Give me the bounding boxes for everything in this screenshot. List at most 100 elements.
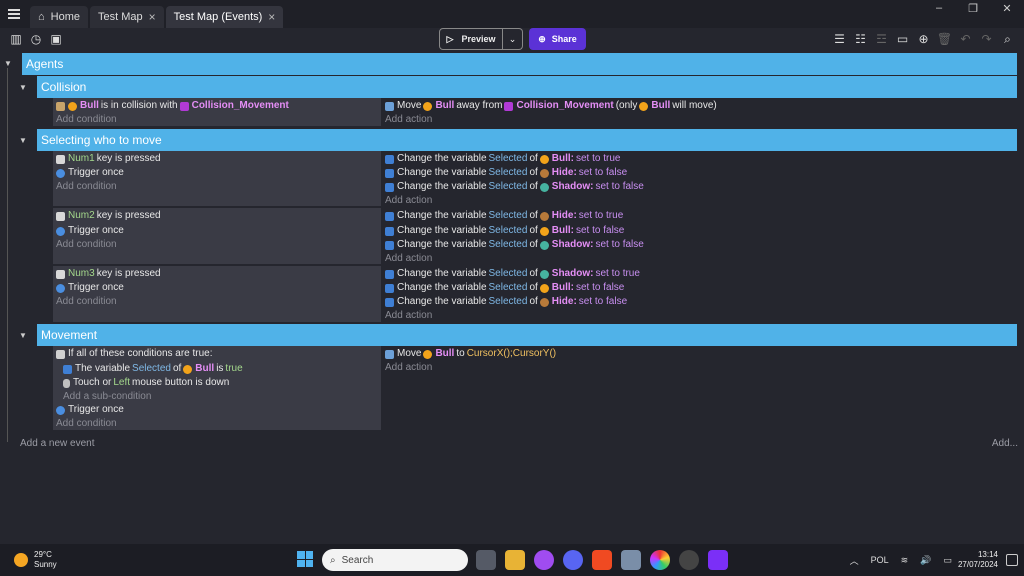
layout-icon[interactable]: ▥ — [6, 29, 26, 49]
app-icon[interactable] — [679, 550, 699, 570]
taskbar-search[interactable]: ⌕ Search — [322, 549, 468, 571]
add-subevent-icon[interactable]: ☷ — [850, 29, 871, 49]
delete-icon[interactable]: 🗑 — [934, 29, 955, 49]
keyboard-icon — [56, 269, 65, 279]
add-new-event-button[interactable]: Add a new event — [20, 438, 95, 449]
file-explorer-icon[interactable] — [505, 550, 525, 570]
action-change-variable[interactable]: Change the variable Selected of Hide: se… — [385, 295, 627, 309]
action-move-to[interactable]: Move Bull to CursorX();CursorY() — [385, 347, 556, 361]
action-change-variable[interactable]: Change the variable Selected of Bull: se… — [385, 152, 620, 166]
discord-icon[interactable] — [563, 550, 583, 570]
action-text: away from — [456, 100, 503, 111]
condition-trigger-once[interactable]: Trigger once — [56, 224, 124, 238]
group-collision[interactable]: Collision — [37, 76, 1017, 98]
add-condition-button[interactable]: Add condition — [56, 180, 117, 194]
object-name: Bull — [651, 100, 671, 111]
sun-icon — [14, 553, 28, 567]
action-change-variable[interactable]: Change the variable Selected of Bull: se… — [385, 224, 624, 238]
chevron-down-icon[interactable]: ⌄ — [503, 28, 523, 50]
condition-text: is in collision with — [100, 100, 178, 111]
condition-mouse-down[interactable]: Touch or Left mouse button is down — [63, 376, 229, 390]
brave-icon[interactable] — [592, 550, 612, 570]
task-view-icon[interactable] — [476, 550, 496, 570]
battery-icon[interactable]: ▭ — [943, 555, 952, 566]
color-app-icon[interactable] — [650, 550, 670, 570]
history-icon[interactable]: ◷ — [26, 29, 46, 49]
tab-test-map-events[interactable]: Test Map (Events) × — [165, 5, 284, 28]
close-window-icon[interactable]: ✕ — [990, 0, 1024, 16]
preview-button[interactable]: ▷ Preview — [439, 28, 503, 50]
condition-trigger-once[interactable]: Trigger once — [56, 166, 124, 180]
action-change-variable[interactable]: Change the variable Selected of Bull: se… — [385, 281, 624, 295]
action-change-variable[interactable]: Change the variable Selected of Shadow: … — [385, 180, 644, 194]
chevron-up-icon[interactable]: ︿ — [850, 554, 859, 567]
group-title: Selecting who to move — [41, 133, 162, 147]
share-button[interactable]: ⊕ Share — [529, 28, 586, 50]
add-condition-button[interactable]: Add condition — [56, 238, 117, 252]
add-more-button[interactable]: Add... — [992, 438, 1018, 449]
action-change-variable[interactable]: Change the variable Selected of Hide: se… — [385, 166, 627, 180]
menu-icon[interactable] — [0, 0, 28, 28]
messenger-icon[interactable] — [534, 550, 554, 570]
undo-icon[interactable]: ↶ — [955, 29, 976, 49]
chevron-down-icon[interactable]: ▼ — [19, 83, 27, 92]
action-change-variable[interactable]: Change the variable Selected of Shadow: … — [385, 238, 644, 252]
action-text: Change the variable — [397, 296, 487, 307]
add-icon[interactable]: ⊕ — [913, 29, 934, 49]
redo-icon[interactable]: ↷ — [976, 29, 997, 49]
group-agents[interactable]: Agents — [22, 53, 1017, 75]
globe-icon: ⊕ — [538, 33, 546, 44]
add-condition-button[interactable]: Add condition — [56, 113, 117, 127]
maximize-icon[interactable]: ❐ — [956, 0, 990, 16]
action-text: of — [529, 181, 538, 192]
close-icon[interactable]: × — [268, 10, 275, 24]
tab-home[interactable]: ⌂ Home — [30, 5, 88, 28]
comment-icon[interactable]: ▭ — [892, 29, 913, 49]
add-action-button[interactable]: Add action — [385, 194, 432, 208]
chevron-down-icon[interactable]: ▼ — [4, 59, 12, 68]
chevron-down-icon[interactable]: ▼ — [19, 136, 27, 145]
condition-variable[interactable]: The variable Selected of Bull is true — [63, 362, 243, 376]
add-condition-button[interactable]: Add condition — [56, 295, 117, 309]
add-event-icon[interactable]: ☰ — [829, 29, 850, 49]
add-action-button[interactable]: Add action — [385, 361, 432, 375]
action-change-variable[interactable]: Change the variable Selected of Hide: se… — [385, 209, 623, 223]
condition-collision[interactable]: Bull is in collision with Collision_Move… — [56, 99, 289, 113]
condition-key-pressed[interactable]: Num1 key is pressed — [56, 152, 161, 166]
add-action-button[interactable]: Add action — [385, 113, 432, 127]
chevron-down-icon[interactable]: ▼ — [19, 331, 27, 340]
tab-test-map[interactable]: Test Map × — [90, 5, 164, 28]
value-text: set to false — [595, 181, 644, 192]
search-icon[interactable]: ⌕ — [997, 29, 1018, 49]
condition-trigger-once[interactable]: Trigger once — [56, 403, 124, 417]
shadow-icon — [539, 269, 549, 279]
add-condition-button[interactable]: Add condition — [56, 417, 117, 431]
action-change-variable[interactable]: Change the variable Selected of Shadow: … — [385, 267, 640, 281]
condition-key-pressed[interactable]: Num2 key is pressed — [56, 209, 161, 223]
group-title: Collision — [41, 80, 87, 94]
condition-key-pressed[interactable]: Num3 key is pressed — [56, 267, 161, 281]
clock[interactable]: 13:14 27/07/2024 — [958, 550, 998, 570]
action-move-away[interactable]: Move Bull away from Collision_Movement (… — [385, 99, 717, 113]
save-icon[interactable]: ▣ — [46, 29, 66, 49]
notification-icon[interactable] — [1006, 554, 1018, 566]
windows-start-icon[interactable] — [297, 551, 313, 567]
add-action-button[interactable]: Add action — [385, 252, 432, 266]
language-indicator[interactable]: POL — [871, 555, 889, 565]
add-group-icon[interactable]: ☲ — [871, 29, 892, 49]
action-text: Change the variable — [397, 210, 487, 221]
app-icon[interactable] — [621, 550, 641, 570]
minimize-icon[interactable]: – — [922, 0, 956, 16]
add-action-button[interactable]: Add action — [385, 309, 432, 323]
add-sub-condition-button[interactable]: Add a sub-condition — [63, 390, 151, 404]
group-selecting[interactable]: Selecting who to move — [37, 129, 1017, 151]
condition-and[interactable]: If all of these conditions are true: — [56, 347, 213, 361]
group-movement[interactable]: Movement — [37, 324, 1017, 346]
volume-icon[interactable]: 🔊 — [920, 555, 931, 566]
weather-widget[interactable]: 29°C Sunny — [14, 550, 57, 570]
close-icon[interactable]: × — [149, 10, 156, 24]
object-name: Shadow: — [551, 181, 594, 192]
condition-trigger-once[interactable]: Trigger once — [56, 281, 124, 295]
gdevelop-icon[interactable] — [708, 550, 728, 570]
wifi-icon[interactable]: ≋ — [901, 555, 909, 566]
